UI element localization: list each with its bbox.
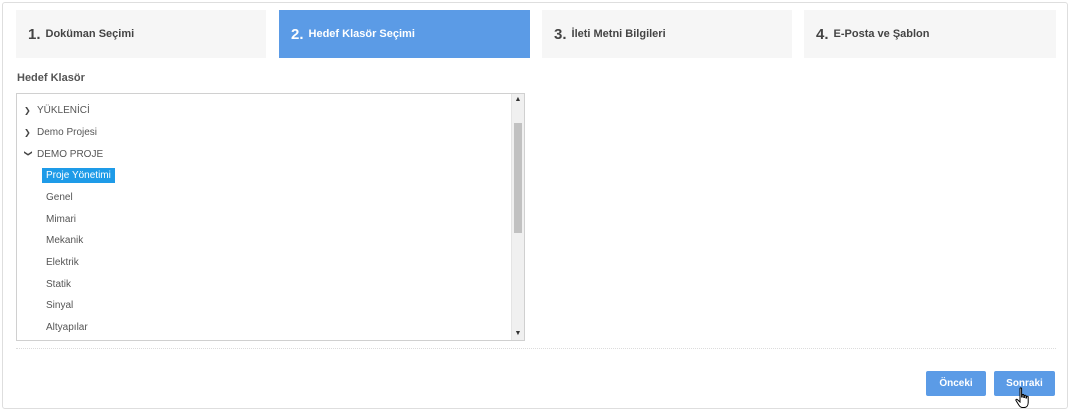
tree-node-demo-projesi[interactable]: ❯ Demo Projesi: [17, 123, 97, 141]
scrollbar-thumb[interactable]: [514, 123, 522, 233]
chevron-down-icon[interactable]: ❯: [24, 150, 33, 159]
chevron-right-icon[interactable]: ❯: [24, 128, 37, 137]
tree-node-label: Proje Yönetimi: [42, 167, 115, 183]
previous-button[interactable]: Önceki: [926, 371, 986, 396]
step-target-folder-selection[interactable]: 2. Hedef Klasör Seçimi: [279, 10, 530, 58]
step-label: Hedef Klasör Seçimi: [308, 28, 415, 40]
hand-pointer-cursor-icon: [1015, 387, 1029, 408]
tree-node-label: Demo Projesi: [37, 126, 98, 138]
tree-node-label: Genel: [46, 191, 73, 203]
tree-node-proje-yonetimi[interactable]: Proje Yönetimi: [17, 166, 115, 184]
step-number: 3.: [554, 25, 567, 43]
tree-node-label: Altyapılar: [46, 321, 88, 333]
tree-node-mimari[interactable]: Mimari: [17, 210, 80, 228]
target-folder-label: Hedef Klasör: [17, 72, 85, 84]
folder-tree[interactable]: ❯ YÜKLENİCİ ❯ Demo Projesi ❯ DEMO PROJE …: [16, 93, 525, 341]
tree-node-label: Elektrik: [46, 256, 79, 268]
step-number: 1.: [28, 25, 41, 43]
step-number: 2.: [291, 25, 304, 43]
tree-node-label: Mekanik: [46, 234, 84, 246]
tree-node-mekanik[interactable]: Mekanik: [17, 231, 87, 249]
tree-node-elektrik[interactable]: Elektrik: [17, 253, 83, 271]
tree-node-statik[interactable]: Statik: [17, 275, 75, 293]
step-label: İleti Metni Bilgileri: [571, 28, 666, 40]
scroll-down-arrow-icon[interactable]: ▼: [512, 328, 524, 340]
step-message-text-info[interactable]: 3. İleti Metni Bilgileri: [542, 10, 792, 58]
tree-scrollbar[interactable]: ▲ ▼: [511, 94, 524, 340]
tree-node-demo-proje[interactable]: ❯ DEMO PROJE: [17, 145, 103, 163]
step-email-template[interactable]: 4. E-Posta ve Şablon: [804, 10, 1056, 58]
step-label: Doküman Seçimi: [45, 28, 135, 40]
tree-node-label: DEMO PROJE: [37, 148, 104, 160]
tree-node-sinyal[interactable]: Sinyal: [17, 296, 77, 314]
tree-node-label: Sinyal: [46, 299, 74, 311]
scroll-up-arrow-icon[interactable]: ▲: [512, 94, 524, 106]
tree-node-altyapilar[interactable]: Altyapılar: [17, 318, 92, 336]
step-label: E-Posta ve Şablon: [833, 28, 930, 40]
tree-node-yuklenici[interactable]: ❯ YÜKLENİCİ: [17, 101, 90, 119]
wizard-steps: 1. Doküman Seçimi 2. Hedef Klasör Seçimi…: [16, 10, 1056, 58]
footer-divider: [16, 348, 1056, 349]
chevron-right-icon[interactable]: ❯: [24, 106, 37, 115]
tree-node-label: Statik: [46, 278, 72, 290]
tree-node-genel[interactable]: Genel: [17, 188, 77, 206]
tree-node-label: YÜKLENİCİ: [37, 104, 90, 116]
step-document-selection[interactable]: 1. Doküman Seçimi: [16, 10, 266, 58]
tree-node-label: Mimari: [46, 213, 76, 225]
step-number: 4.: [816, 25, 829, 43]
